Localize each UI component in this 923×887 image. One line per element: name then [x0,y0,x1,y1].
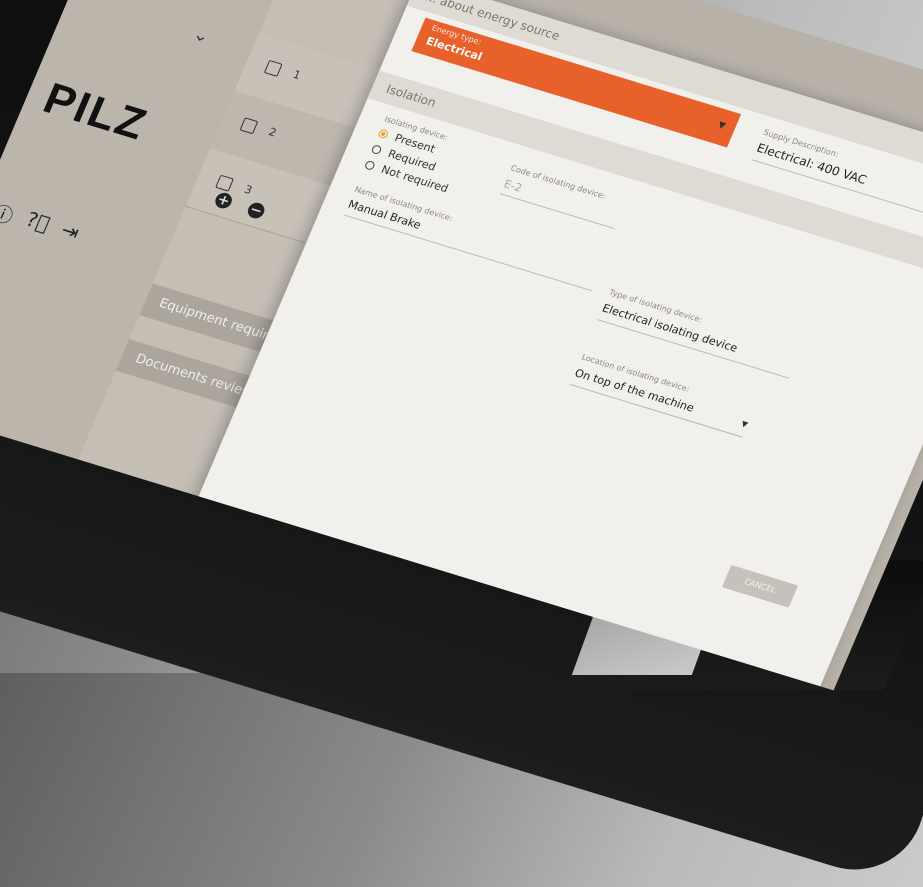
radio-button[interactable] [363,159,376,171]
dropdown-arrow-icon: ▼ [716,120,727,132]
item-number: 3 [242,182,255,197]
item-checkbox[interactable] [239,117,259,135]
item-number: 1 [290,68,303,83]
cancel-button[interactable]: CANCEL [721,564,799,608]
radio-button[interactable] [370,144,383,156]
item-number: 2 [266,125,279,140]
item-checkbox[interactable] [215,174,234,192]
item-checkbox[interactable] [263,59,283,77]
code-input[interactable]: E-2 [502,177,524,194]
name-underline [343,214,593,292]
help-icon[interactable]: ?⃝ [20,207,53,240]
location-dropdown-arrow-icon[interactable]: ▼ [740,419,749,429]
radio-button-selected[interactable] [377,128,390,140]
info-icon[interactable]: ⓘ [0,197,19,230]
